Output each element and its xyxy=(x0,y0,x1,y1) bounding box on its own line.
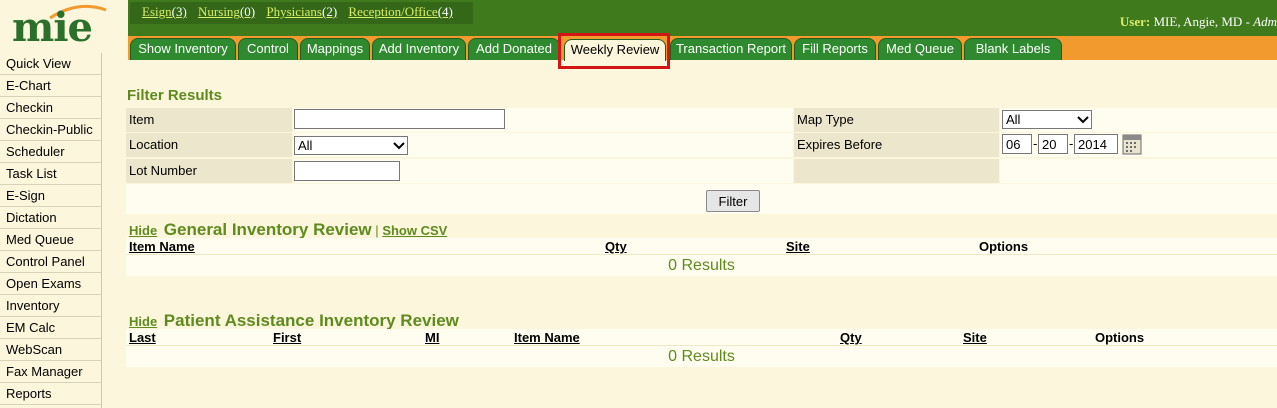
sidebar-item-control-panel[interactable]: Control Panel xyxy=(0,251,101,273)
col-site[interactable]: Site xyxy=(786,239,810,254)
lot-number-cell xyxy=(293,159,793,183)
patient-assistance-title: Patient Assistance Inventory Review xyxy=(163,311,459,330)
location-label: Location xyxy=(126,133,292,157)
sidebar-item-fax-manager[interactable]: Fax Manager xyxy=(0,361,101,383)
general-results-count: 0 Results xyxy=(126,254,1277,276)
expires-cell: - - xyxy=(1000,133,1277,157)
sidebar-item-checkin-public[interactable]: Checkin-Public xyxy=(0,119,101,141)
mie-logo[interactable]: mie xyxy=(0,0,128,55)
sidebar-item-reports[interactable]: Reports xyxy=(0,383,101,405)
show-csv-link[interactable]: Show CSV xyxy=(382,223,447,238)
chevron-down-icon xyxy=(393,142,405,150)
tab-blank-labels[interactable]: Blank Labels xyxy=(964,38,1062,60)
sidebar-item-dictation[interactable]: Dictation xyxy=(0,207,101,229)
item-label: Item xyxy=(126,108,292,132)
empty-value-cell xyxy=(1000,159,1277,183)
tab-show-inventory[interactable]: Show Inventory xyxy=(130,38,236,60)
expires-month-input[interactable] xyxy=(1002,134,1032,154)
app-header: mie Esign(3) Nursing(0) Physicians(2) Re… xyxy=(0,0,1277,69)
map-type-select[interactable]: All xyxy=(1002,110,1092,129)
date-separator: - xyxy=(1033,136,1038,151)
col-item-name[interactable]: Item Name xyxy=(129,239,195,254)
sidebar-item-task-list[interactable]: Task List xyxy=(0,163,101,185)
user-role: Adm xyxy=(1253,14,1277,29)
user-name: MIE, Angie, MD - xyxy=(1153,14,1254,29)
general-table-header: Item Name Qty Site Options xyxy=(126,238,1277,255)
tab-strip: Show Inventory Control Mappings Add Inve… xyxy=(128,36,1277,61)
queue-counts: Esign(3) Nursing(0) Physicians(2) Recept… xyxy=(130,2,473,24)
logo-text: mie xyxy=(12,4,93,51)
col-qty[interactable]: Qty xyxy=(605,239,627,254)
expires-before-label: Expires Before xyxy=(794,133,999,157)
col-first[interactable]: First xyxy=(273,330,301,345)
patient-assistance-header: Hide Patient Assistance Inventory Review xyxy=(129,311,459,331)
col-last[interactable]: Last xyxy=(129,330,156,345)
top-bar: Esign(3) Nursing(0) Physicians(2) Recept… xyxy=(128,0,1277,36)
sidebar-item-checkin[interactable]: Checkin xyxy=(0,97,101,119)
expires-day-input[interactable] xyxy=(1038,134,1068,154)
col-site[interactable]: Site xyxy=(963,330,987,345)
patient-results-count: 0 Results xyxy=(126,345,1277,367)
col-qty[interactable]: Qty xyxy=(840,330,862,345)
sidebar-item-webscan[interactable]: WebScan xyxy=(0,339,101,361)
tab-add-donated[interactable]: Add Donated xyxy=(468,38,560,60)
sidebar-item-em-calc[interactable]: EM Calc xyxy=(0,317,101,339)
map-type-label: Map Type xyxy=(794,108,999,132)
reception-office-link[interactable]: Reception/Office(4) xyxy=(348,4,452,19)
col-options: Options xyxy=(979,239,1029,254)
tab-mappings[interactable]: Mappings xyxy=(300,38,370,60)
sidebar: Quick View E-Chart Checkin Checkin-Publi… xyxy=(0,53,102,408)
location-cell: All xyxy=(293,133,793,157)
patient-table-header: Last First MI Item Name Qty Site Options xyxy=(126,329,1277,346)
tab-transaction-report[interactable]: Transaction Report xyxy=(670,38,792,60)
sidebar-item-e-sign[interactable]: E-Sign xyxy=(0,185,101,207)
tab-control[interactable]: Control xyxy=(238,38,298,60)
hide-general-link[interactable]: Hide xyxy=(129,223,157,238)
separator: | xyxy=(375,223,379,238)
date-separator: - xyxy=(1069,136,1074,151)
col-item-name[interactable]: Item Name xyxy=(514,330,580,345)
general-inventory-title: General Inventory Review xyxy=(163,220,372,239)
physicians-link[interactable]: Physicians(2) xyxy=(266,4,337,19)
sidebar-item-open-exams[interactable]: Open Exams xyxy=(0,273,101,295)
sidebar-item-scheduler[interactable]: Scheduler xyxy=(0,141,101,163)
tab-med-queue[interactable]: Med Queue xyxy=(878,38,962,60)
calendar-icon[interactable] xyxy=(1122,134,1142,155)
current-user: User: MIE, Angie, MD - Adm xyxy=(1120,14,1277,30)
empty-label-cell xyxy=(794,159,999,183)
tab-add-inventory[interactable]: Add Inventory xyxy=(372,38,466,60)
item-cell xyxy=(293,108,793,132)
sidebar-item-med-queue[interactable]: Med Queue xyxy=(0,229,101,251)
lot-number-input[interactable] xyxy=(294,161,400,181)
sidebar-item-quick-view[interactable]: Quick View xyxy=(0,53,101,75)
sidebar-item-e-chart[interactable]: E-Chart xyxy=(0,75,101,97)
filter-button[interactable]: Filter xyxy=(706,190,760,212)
user-label: User: xyxy=(1119,14,1151,29)
filter-button-row xyxy=(126,184,1277,214)
location-select[interactable]: All xyxy=(294,136,408,155)
lot-number-label: Lot Number xyxy=(126,159,292,183)
expires-year-input[interactable] xyxy=(1074,134,1118,154)
item-input[interactable] xyxy=(294,109,505,129)
filter-results-title: Filter Results xyxy=(127,87,223,104)
nursing-link[interactable]: Nursing(0) xyxy=(198,4,255,19)
active-tab-highlight xyxy=(558,33,670,69)
map-type-cell: All xyxy=(1000,108,1277,132)
tab-fill-reports[interactable]: Fill Reports xyxy=(794,38,876,60)
esign-link[interactable]: Esign(3) xyxy=(142,4,187,19)
sidebar-item-inventory[interactable]: Inventory xyxy=(0,295,101,317)
col-options: Options xyxy=(1095,330,1145,345)
general-inventory-header: Hide General Inventory Review | Show CSV xyxy=(129,220,447,240)
hide-patient-link[interactable]: Hide xyxy=(129,314,157,329)
col-mi[interactable]: MI xyxy=(425,330,439,345)
chevron-down-icon xyxy=(1077,116,1089,124)
